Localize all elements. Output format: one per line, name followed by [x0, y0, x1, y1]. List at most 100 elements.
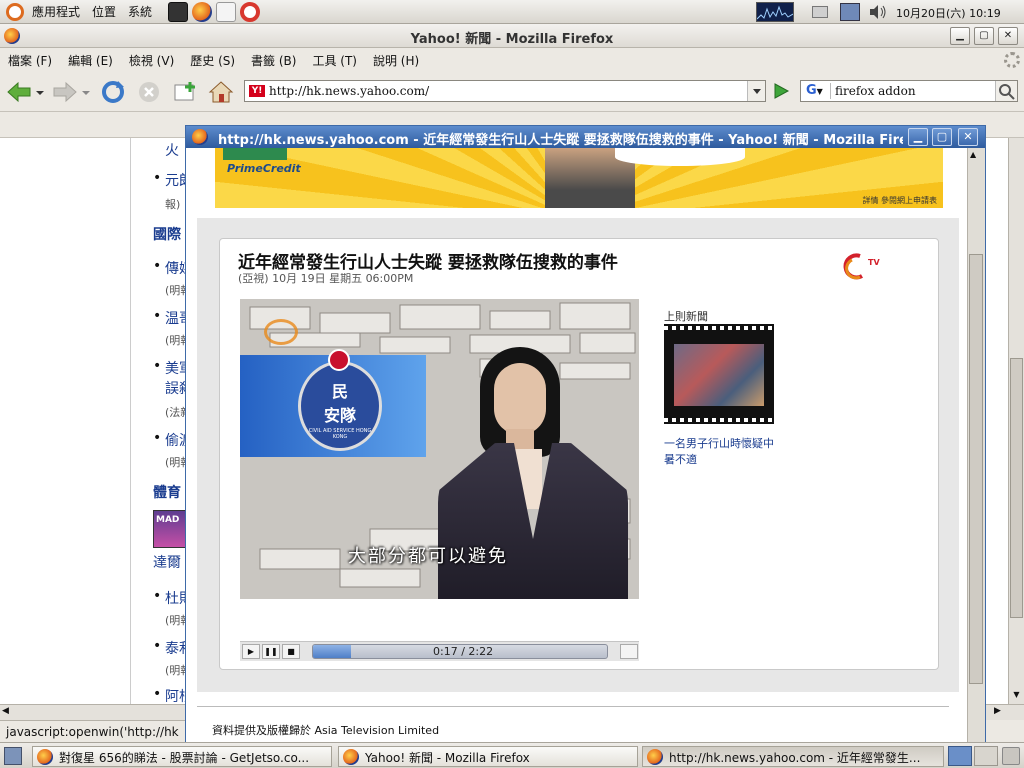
popup-close-button[interactable]: ✕ — [958, 128, 978, 146]
maximize-button[interactable]: ▢ — [974, 27, 994, 45]
go-button[interactable] — [770, 81, 792, 101]
video-time: 0:17 / 2:22 — [433, 645, 494, 658]
search-bar[interactable]: G▼ firefox addon — [800, 80, 1018, 102]
back-dropdown-icon[interactable] — [34, 80, 46, 104]
video-popup-window[interactable]: http://hk.news.yahoo.com - 近年經常發生行山人士失蹤 … — [185, 125, 986, 745]
forward-dropdown-icon[interactable] — [80, 80, 92, 104]
scroll-right-arrow-icon[interactable]: ▶ — [994, 706, 1001, 716]
menu-help[interactable]: 說明 (H) — [365, 52, 427, 69]
bullet: • — [153, 638, 162, 654]
applications-menu[interactable]: 應用程式 — [26, 3, 86, 20]
main-vertical-scrollbar[interactable]: ▼ — [1008, 138, 1024, 704]
menu-edit[interactable]: 編輯 (E) — [60, 52, 121, 69]
back-arrow-icon[interactable] — [6, 80, 32, 104]
ad-banner[interactable]: PrimeCredit 詳情 參閱網上申請表 — [215, 148, 943, 208]
system-menu[interactable]: 系統 — [122, 3, 158, 20]
places-menu[interactable]: 位置 — [86, 3, 122, 20]
help-launcher-icon[interactable] — [240, 1, 261, 22]
stop-icon[interactable] — [136, 80, 162, 104]
section-heading-international[interactable]: 國際 — [153, 224, 181, 244]
system-monitor-graph[interactable] — [756, 2, 794, 22]
fullscreen-button[interactable] — [620, 644, 638, 659]
popup-maximize-button[interactable]: ▢ — [932, 128, 952, 146]
bullet: • — [153, 170, 162, 186]
popup-vertical-scrollbar[interactable]: ▲ — [967, 148, 985, 744]
news-source: 報) — [165, 198, 181, 211]
menu-bookmarks[interactable]: 書籤 (B) — [243, 52, 304, 69]
bullet: • — [153, 358, 162, 374]
url-bar[interactable]: Y! http://hk.news.yahoo.com/ — [244, 80, 766, 102]
home-icon[interactable] — [208, 80, 234, 104]
minimize-button[interactable]: ▁ — [950, 27, 970, 45]
task-yahoo-news[interactable]: Yahoo! 新聞 - Mozilla Firefox — [338, 746, 638, 767]
terminal-launcher-icon[interactable] — [168, 1, 189, 22]
primecredit-logo — [223, 148, 287, 160]
news-link[interactable]: 達爾 — [153, 552, 181, 572]
volume-icon[interactable] — [868, 4, 888, 20]
pause-button[interactable]: ❚❚ — [262, 644, 280, 659]
status-bar: javascript:openwin('http://hk — [0, 720, 185, 742]
throbber-icon — [1004, 52, 1020, 68]
news-link[interactable]: 火 — [165, 140, 179, 160]
new-tab-icon[interactable] — [172, 80, 198, 104]
prev-news-caption[interactable]: 一名男子行山時懷疑中暑不適 — [664, 436, 776, 468]
video-progress-bar[interactable]: 0:17 / 2:22 — [312, 644, 608, 659]
video-controls: ▶ ❚❚ ■ 0:17 / 2:22 — [240, 641, 639, 661]
scroll-up-arrow-icon[interactable]: ▲ — [970, 150, 976, 159]
firefox-task-icon — [647, 749, 663, 765]
play-button[interactable]: ▶ — [242, 644, 260, 659]
network-icon[interactable] — [840, 3, 860, 21]
ad-note: 詳情 參閱網上申請表 — [862, 196, 937, 205]
search-input[interactable]: firefox addon — [835, 84, 916, 98]
magnifier-icon[interactable] — [995, 81, 1017, 101]
video-progress-fill — [313, 645, 352, 658]
bullet: • — [153, 686, 162, 702]
printer-icon[interactable] — [812, 6, 828, 18]
menu-file[interactable]: 檔案 (F) — [0, 52, 60, 69]
prev-news-thumbnail[interactable] — [674, 344, 764, 406]
status-text: javascript:openwin('http://hk — [6, 725, 179, 739]
bauhinia-icon — [328, 349, 350, 371]
close-button[interactable]: ✕ — [998, 27, 1018, 45]
menu-history[interactable]: 歷史 (S) — [182, 52, 243, 69]
google-engine-icon[interactable]: G▼ — [803, 83, 831, 99]
task-popup-active[interactable]: http://hk.news.yahoo.com - 近年經常發生... — [642, 746, 944, 767]
scroll-left-arrow-icon[interactable]: ◀ — [2, 706, 9, 716]
show-desktop-icon[interactable] — [4, 747, 22, 765]
menu-view[interactable]: 檢視 (V) — [121, 52, 182, 69]
ubuntu-logo-icon[interactable] — [6, 2, 24, 21]
trash-icon[interactable] — [1002, 747, 1020, 765]
scroll-down-arrow-icon[interactable]: ▼ — [1010, 690, 1023, 704]
task-getjetso[interactable]: 對復星 656的睇法 - 股票討論 - GetJetso.co... — [32, 746, 332, 767]
scroll-thumb[interactable] — [969, 254, 983, 684]
atv-watermark-icon — [264, 319, 298, 345]
civil-aid-emblem: 民 安隊 CIVIL AID SERVICE HONG KONG — [298, 361, 382, 451]
firefox-titlebar[interactable]: Yahoo! 新聞 - Mozilla Firefox ▁ ▢ ✕ — [0, 24, 1024, 48]
url-dropdown-icon[interactable] — [747, 81, 765, 101]
bottom-taskbar: 對復星 656的睇法 - 股票討論 - GetJetso.co... Yahoo… — [0, 742, 1024, 768]
bullet: • — [153, 588, 162, 604]
reload-icon[interactable] — [100, 80, 126, 104]
bullet: • — [153, 308, 162, 324]
menu-tools[interactable]: 工具 (T) — [304, 52, 365, 69]
video-player[interactable]: 民 安隊 CIVIL AID SERVICE HONG KONG 大部分都可以避… — [240, 299, 639, 599]
section-heading-sports[interactable]: 體育 — [153, 482, 181, 502]
stop-button[interactable]: ■ — [282, 644, 300, 659]
firefox-launcher-icon[interactable] — [192, 1, 213, 22]
bullet: • — [153, 258, 162, 274]
workspace-1[interactable] — [948, 746, 972, 766]
workspace-2[interactable] — [974, 746, 998, 766]
forward-arrow-icon[interactable] — [52, 80, 78, 104]
prev-news-filmstrip[interactable] — [664, 324, 774, 424]
mail-launcher-icon[interactable] — [216, 1, 237, 22]
clock[interactable]: 10月20日(六) 10:19 — [896, 5, 1001, 21]
scroll-thumb[interactable] — [1010, 358, 1023, 618]
popup-titlebar[interactable]: http://hk.news.yahoo.com - 近年經常發生行山人士失蹤 … — [186, 126, 985, 148]
firefox-menubar: 檔案 (F) 編輯 (E) 檢視 (V) 歷史 (S) 書籤 (B) 工具 (T… — [0, 48, 1024, 72]
ad-brand-text: PrimeCredit — [227, 162, 301, 175]
popup-title-text: http://hk.news.yahoo.com - 近年經常發生行山人士失蹤 … — [218, 133, 903, 148]
sports-thumbnail[interactable]: MAD — [153, 510, 187, 548]
firefox-task-icon — [343, 749, 359, 765]
popup-minimize-button[interactable]: ▁ — [908, 128, 928, 146]
ad-speech-bubble — [615, 148, 745, 166]
